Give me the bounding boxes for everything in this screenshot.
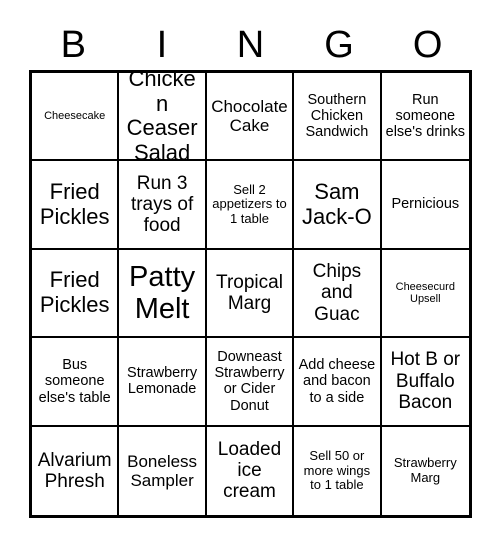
bingo-cell-label: Fried Pickles	[39, 178, 110, 229]
bingo-cell-label: Downeast Strawberry or Cider Donut	[214, 348, 285, 414]
bingo-cell-label: Cheesecake	[44, 110, 106, 123]
bingo-cell[interactable]: Strawberry Lemonade	[119, 338, 207, 427]
bingo-cell[interactable]: Sell 2 appetizers to 1 table	[206, 161, 295, 250]
bingo-cell-label: Fried Pickles	[39, 267, 110, 317]
header-letter-g: G	[324, 24, 354, 66]
bingo-cell[interactable]: Downeast Strawberry or Cider Donut	[206, 338, 295, 427]
bingo-card: B I N G O Cheesecake Chicken Ceaser Sala…	[0, 0, 501, 544]
header-letter-n: N	[236, 24, 265, 66]
bingo-cell[interactable]: Run 3 trays of food	[119, 161, 207, 250]
header-letter-o: O	[412, 24, 443, 66]
bingo-cell-label: Run someone else's drinks	[385, 91, 465, 141]
bingo-cell-label: Run 3 trays of food	[130, 172, 194, 237]
bingo-cell[interactable]: Tropical Marg	[206, 249, 295, 339]
bingo-cell[interactable]: Run someone else's drinks	[381, 73, 469, 162]
bingo-cell[interactable]: Bus someone else's table	[32, 338, 120, 427]
bingo-cell-label: Sell 50 or more wings to 1 table	[303, 447, 371, 493]
bingo-cell[interactable]: Strawberry Marg	[381, 426, 469, 515]
bingo-cell[interactable]: Boneless Sampler	[119, 426, 207, 515]
bingo-cell-label: Chips and Guac	[312, 261, 362, 325]
bingo-cell[interactable]: Cheesecake	[32, 73, 120, 162]
bingo-cell-label: Alvarium Phresh	[37, 449, 112, 492]
bingo-cell-label: Hot B or Buffalo Bacon	[390, 349, 461, 414]
header-letter-b: B	[60, 24, 86, 66]
bingo-cell-label: Tropical Marg	[216, 271, 283, 314]
bingo-cell-label: Strawberry Marg	[393, 455, 457, 485]
bingo-cell-label: Cheesecurd Upsell	[395, 280, 455, 305]
bingo-cell[interactable]: Southern Chicken Sandwich	[294, 73, 382, 162]
bingo-cell-label: Sell 2 appetizers to 1 table	[212, 181, 287, 226]
bingo-cell[interactable]: Cheesecurd Upsell	[381, 249, 469, 339]
bingo-cell[interactable]: Add cheese and bacon to a side	[294, 338, 382, 427]
bingo-grid: Cheesecake Chicken Ceaser Salad Chocolat…	[29, 70, 472, 518]
bingo-cell-label: Southern Chicken Sandwich	[305, 91, 369, 141]
bingo-header-row: B I N G O	[29, 22, 472, 68]
bingo-cell[interactable]: Chocolate Cake	[206, 73, 295, 162]
bingo-cell[interactable]: Fried Pickles	[32, 249, 120, 339]
bingo-cell[interactable]: Fried Pickles	[32, 161, 120, 250]
header-letter-i: I	[156, 24, 168, 66]
bingo-cell-label: Boneless Sampler	[127, 451, 198, 490]
bingo-cell-label: Loaded ice cream	[217, 438, 282, 503]
bingo-cell[interactable]: Sell 50 or more wings to 1 table	[294, 426, 382, 515]
bingo-cell[interactable]: Sam Jack-O	[294, 161, 382, 250]
bingo-cell-label: Add cheese and bacon to a side	[298, 357, 376, 406]
bingo-cell-label: Pernicious	[391, 196, 460, 213]
bingo-cell-label: Patty Melt	[129, 260, 196, 325]
bingo-cell[interactable]: Chips and Guac	[294, 249, 382, 339]
bingo-cell[interactable]: Loaded ice cream	[206, 426, 295, 515]
bingo-cell-label: Chocolate Cake	[211, 97, 288, 136]
bingo-cell[interactable]: Alvarium Phresh	[32, 426, 120, 515]
bingo-cell[interactable]: Chicken Ceaser Salad	[119, 73, 207, 162]
bingo-cell[interactable]: Pernicious	[381, 161, 469, 250]
bingo-cell-label: Sam Jack-O	[302, 178, 372, 229]
bingo-cell-label: Strawberry Lemonade	[127, 365, 198, 398]
bingo-cell[interactable]: Patty Melt	[119, 249, 207, 339]
bingo-cell[interactable]: Hot B or Buffalo Bacon	[381, 338, 469, 427]
bingo-cell-label: Chicken Ceaser Salad	[126, 73, 198, 162]
bingo-cell-label: Bus someone else's table	[38, 357, 111, 406]
